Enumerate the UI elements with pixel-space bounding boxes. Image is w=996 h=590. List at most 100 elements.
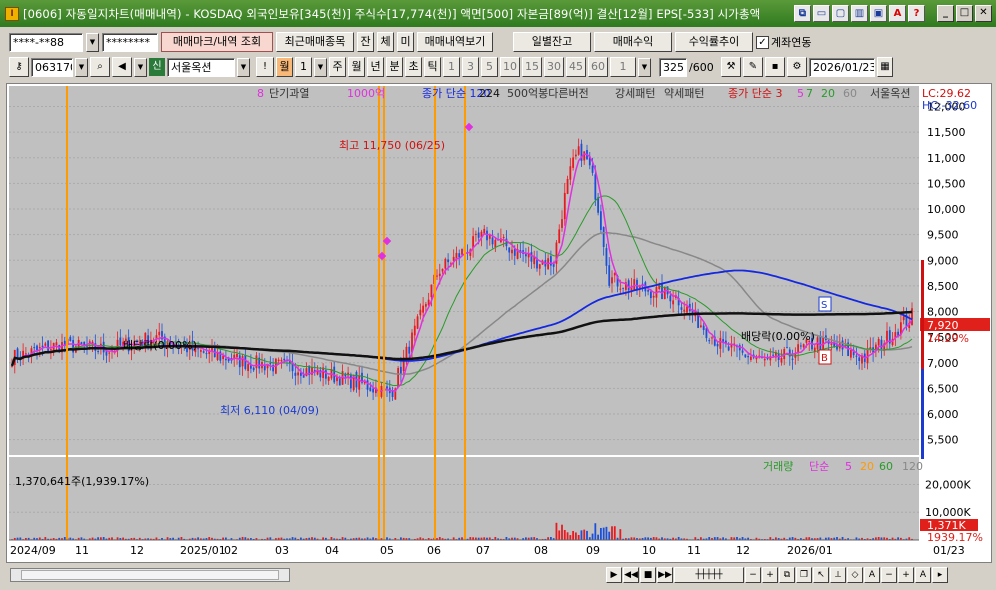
save-icon[interactable]: ▪ [765, 57, 785, 77]
period-week-button[interactable]: 주 [329, 57, 346, 77]
code-dropdown-icon[interactable]: ▼ [75, 57, 88, 77]
screen-icon[interactable]: ▣ [870, 5, 887, 22]
draw-icon[interactable]: ✎ [743, 57, 763, 77]
candle-body [766, 358, 769, 360]
account-link-checkbox[interactable]: ✓ 계좌연동 [756, 34, 811, 50]
interval-10-button[interactable]: 10 [500, 57, 520, 77]
calendar-icon[interactable]: ▦ [877, 57, 893, 77]
shape-icon[interactable]: ◇ [847, 567, 863, 583]
account-dropdown-icon[interactable]: ▼ [86, 32, 99, 52]
interval-dropdown-icon[interactable]: ▼ [638, 57, 651, 77]
period-minute-button[interactable]: 분 [386, 57, 403, 77]
candle-body [119, 337, 122, 346]
candle-body [291, 363, 294, 372]
candle-body [438, 273, 441, 277]
stock-chart[interactable]: 12,00011,50011,00010,50010,0009,5009,000… [7, 84, 991, 562]
speaker-dropdown-icon[interactable]: ▼ [134, 57, 147, 77]
alert-icon[interactable]: ! [256, 57, 274, 77]
candle-body [461, 248, 463, 255]
market-badge: 신 [149, 58, 165, 76]
password-field[interactable]: ******** [102, 32, 158, 52]
price-tick-label: 8,500 [927, 280, 959, 293]
interval-1-button[interactable]: 1 [443, 57, 460, 77]
interval-5-button[interactable]: 5 [481, 57, 498, 77]
trade-history-button[interactable]: 매매내역보기 [417, 32, 493, 52]
scrollbar-thumb[interactable] [21, 570, 279, 580]
scale-up-icon[interactable]: + [898, 567, 914, 583]
dividend-right-label: 배당락(0.00%) [741, 330, 815, 343]
stock-name-field[interactable]: 서울옥션 [167, 57, 235, 77]
text-icon[interactable]: A [864, 567, 880, 583]
search-icon[interactable]: ⌕ [90, 57, 110, 77]
candle-body [416, 316, 419, 329]
trade-mark-button[interactable]: 매매마크/내역 조회 [161, 32, 273, 52]
date-field[interactable]: 2026/01/23 [809, 57, 875, 77]
trade-profit-button[interactable]: 매매수익 [594, 32, 672, 52]
volume-bar [566, 532, 569, 540]
candle-body [649, 291, 652, 299]
font-size-icon[interactable]: A [915, 567, 931, 583]
more-icon[interactable]: ▸ [932, 567, 948, 583]
copy-icon[interactable]: ❐ [796, 567, 812, 583]
daily-balance-button[interactable]: 일별잔고 [513, 32, 591, 52]
volume-bar [613, 526, 616, 540]
period-year-button[interactable]: 년 [367, 57, 384, 77]
layout-icon[interactable]: ▥ [851, 5, 868, 22]
executed-button[interactable]: 체 [377, 32, 394, 52]
font-icon[interactable]: A [889, 5, 906, 22]
candle-body [599, 211, 602, 230]
stock-code-field[interactable]: 063170 [31, 57, 73, 77]
candle-body [741, 350, 744, 353]
chart-scrollbar[interactable] [10, 568, 290, 582]
candle-body [327, 376, 330, 381]
unit-dropdown-icon[interactable]: ▼ [314, 57, 327, 77]
interval-3-button[interactable]: 3 [462, 57, 479, 77]
scale-down-icon[interactable]: − [881, 567, 897, 583]
minimize-button[interactable]: _ [937, 5, 954, 22]
settings-icon[interactable]: ⚙ [787, 57, 807, 77]
close-button[interactable]: ✕ [975, 5, 992, 22]
interval-15-button[interactable]: 15 [522, 57, 542, 77]
window-controls: _ □ ✕ [937, 5, 992, 22]
checkbox[interactable]: ✓ [756, 35, 769, 49]
tools-icon[interactable]: ⚒ [721, 57, 741, 77]
period-tick-button[interactable]: 틱 [424, 57, 441, 77]
window-icon[interactable]: ▢ [832, 5, 849, 22]
account-field[interactable]: ****-**88 [9, 32, 83, 52]
zoom-in-icon[interactable]: + [762, 567, 778, 583]
maximize-button[interactable]: □ [956, 5, 973, 22]
return-trend-button[interactable]: 수익률추이 [675, 32, 753, 52]
interval-30-button[interactable]: 30 [544, 57, 564, 77]
minimize-panel-icon[interactable]: ▭ [813, 5, 830, 22]
unfilled-button[interactable]: 미 [397, 32, 414, 52]
speed-slider[interactable]: ┼┼┼┼┼ [674, 567, 744, 583]
period-month-button[interactable]: 월 [276, 57, 293, 77]
period-unit-field[interactable]: 1 [295, 57, 312, 77]
rewind-icon[interactable]: ◀◀ [623, 567, 639, 583]
play-icon[interactable]: ▶ [606, 567, 622, 583]
compare-icon[interactable]: ⧉ [779, 567, 795, 583]
balance-button[interactable]: 잔 [357, 32, 374, 52]
stop-icon[interactable]: ■ [640, 567, 656, 583]
link-icon[interactable]: ⧉ [794, 5, 811, 22]
speaker-icon[interactable]: ◀ [112, 57, 132, 77]
measure-icon[interactable]: ⟂ [830, 567, 846, 583]
interval-60-button[interactable]: 60 [588, 57, 608, 77]
forward-icon[interactable]: ▶▶ [657, 567, 673, 583]
period-second-button[interactable]: 초 [405, 57, 422, 77]
interval-45-button[interactable]: 45 [566, 57, 586, 77]
key-icon[interactable]: ⚷ [9, 57, 29, 77]
zoom-out-icon[interactable]: − [745, 567, 761, 583]
candle-body [572, 157, 575, 168]
price-tick-label: 11,000 [927, 152, 966, 165]
cursor-icon[interactable]: ↖ [813, 567, 829, 583]
name-dropdown-icon[interactable]: ▼ [237, 57, 250, 77]
count-field[interactable]: 325 [659, 57, 687, 77]
x-tick-label: 09 [586, 544, 600, 557]
help-icon[interactable]: ? [908, 5, 925, 22]
period-monthly-button[interactable]: 월 [348, 57, 365, 77]
recent-trades-button[interactable]: 최근매매종목 [276, 32, 354, 52]
candle-body [502, 237, 505, 239]
interval-custom-field[interactable]: 1 [610, 57, 636, 77]
chart-panel[interactable]: 12,000 11,500 11,000 10,500 10,000 9,500 9,000… [6, 83, 992, 563]
